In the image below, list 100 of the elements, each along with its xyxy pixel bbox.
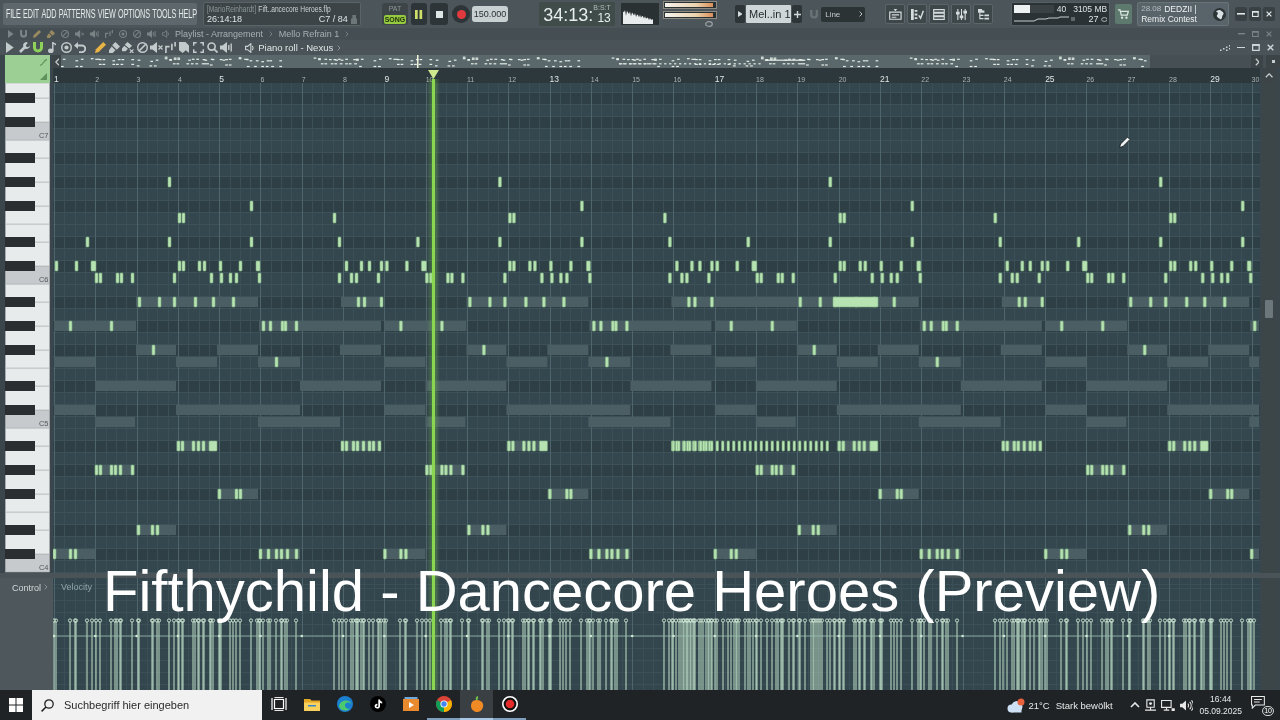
cpu-value: 40 [1056,4,1067,14]
search-icon [41,698,54,712]
memory-value: 3105 MB [1073,4,1108,14]
overview-button[interactable] [1266,55,1280,68]
notification-icon [1251,696,1265,709]
scroll-left-button[interactable] [53,55,61,68]
news-headline: DEDZII | [1164,4,1197,14]
menu-item[interactable]: OPTIONS [118,6,150,22]
search-field[interactable]: Suchbegriff hier eingeben [32,690,262,720]
toolbar-button[interactable] [885,4,906,24]
folded-page-icon[interactable] [178,42,190,53]
weather-temperature[interactable]: 21°C [1028,698,1050,712]
waveform-drawing [621,3,659,25]
dots-icon[interactable] [1219,44,1231,51]
circle-slash-icon[interactable] [136,42,148,53]
oval-icon [1100,16,1108,22]
brush-icon[interactable] [108,42,120,53]
speaker-mute-icon[interactable] [149,42,163,53]
pattern-play-button[interactable] [735,5,745,23]
taskbar-app-button[interactable] [460,690,493,720]
notes-drawing[interactable] [53,176,1257,560]
close-icon [1266,11,1273,17]
chevron-right-icon [1254,57,1260,66]
bar-number: 13 [548,73,560,83]
velocity-label: Velocity [61,582,93,593]
record-icon[interactable] [60,42,72,53]
knob-icon[interactable] [705,21,713,27]
toolbar-button[interactable] [929,4,950,24]
menu-item[interactable]: EDIT [23,6,40,22]
menu-item[interactable]: TOOLS [152,6,177,22]
bar-number: 29 [1209,73,1220,83]
speaker-icon[interactable] [220,42,232,53]
toolbar-button[interactable] [907,4,928,24]
menu-item[interactable]: PATTERNS [58,6,96,22]
pencil-icon[interactable] [94,42,106,53]
scroll-thumb[interactable] [1265,300,1273,318]
menu-item[interactable]: VIEW [97,6,116,22]
toolbar-button[interactable] [951,4,972,24]
pencil-icon[interactable] [32,30,41,38]
shop-button[interactable] [1115,4,1133,24]
add-pattern-button[interactable] [792,5,802,23]
weather-condition[interactable]: Stark bewölkt [1055,698,1113,712]
select-icon[interactable] [192,42,204,53]
fruit-logo-icon [469,696,484,712]
chevron-icon [269,31,273,37]
close-button[interactable] [1263,7,1276,21]
pause-icon [415,9,423,19]
maximize-button[interactable] [1249,7,1262,21]
chevron-icon [345,31,349,37]
news-subtitle: Remix Contest [1141,14,1198,24]
square-icon [1271,60,1275,63]
chevron-left-icon [54,57,60,66]
brush-x-icon[interactable] [122,42,134,53]
triangle-icon[interactable] [6,42,14,53]
right-triangle-icon [40,73,47,80]
clock-time[interactable]: 16:44 [1210,693,1232,705]
magnifier-icon[interactable] [206,42,218,53]
volume-icon[interactable] [1179,699,1194,711]
menu-item[interactable]: ADD [41,6,57,22]
webcam-icon[interactable] [1144,699,1156,711]
cpu-graph-drawing [1014,16,1070,22]
pattern-selector[interactable]: Mel..in 1 [746,5,791,23]
wrench-icon[interactable] [18,42,30,53]
stop-icon [435,10,443,18]
menu-item[interactable]: HELP [178,6,197,22]
magnet-icon[interactable] [33,42,43,53]
curve-icon [40,59,47,66]
pattern-name[interactable]: Mello Refrain 1 [278,28,340,40]
undo-icon[interactable] [74,42,86,53]
note-icon[interactable] [47,42,57,53]
news-panel[interactable]: 28.08 DEDZII | Remix Contest [1137,2,1230,26]
playlist-title[interactable]: Playlist - Arrangement [175,28,264,40]
piano-roll-title[interactable]: Piano roll - Nexus [258,41,334,54]
window-list-icon [888,8,902,20]
minimize-icon [1237,13,1246,15]
music-note-logo-icon [369,696,386,712]
chevron-up-icon[interactable] [1129,702,1140,708]
network-icon[interactable] [1160,699,1175,711]
record-icon [456,9,466,19]
sliders-icon [955,8,967,20]
stop-button[interactable] [430,3,448,25]
task-view-icon [270,697,287,711]
start-icon [9,698,23,712]
snap-dropdown[interactable]: Line [821,6,866,22]
clock-date[interactable]: 05.09.2025 [1199,705,1242,717]
scroll-right-button[interactable] [1251,55,1263,68]
menu-item[interactable]: FILE [5,6,21,22]
toolbar-button[interactable] [973,4,994,24]
step-lines-icon[interactable] [164,42,176,53]
speaker-icon[interactable] [245,42,255,53]
brush-icon[interactable] [46,30,55,38]
minimize-button[interactable] [1235,7,1248,21]
maximize-icon [1251,11,1259,17]
plus-icon [793,10,801,18]
control-label[interactable]: Control [12,583,41,594]
pause-button[interactable] [411,3,427,25]
tempo-field[interactable]: 150.000 [472,6,508,22]
search-input[interactable]: Suchbegriff hier eingeben [64,698,194,712]
time-ticks: 13 [597,12,611,25]
cloud-icon[interactable] [1006,697,1025,713]
